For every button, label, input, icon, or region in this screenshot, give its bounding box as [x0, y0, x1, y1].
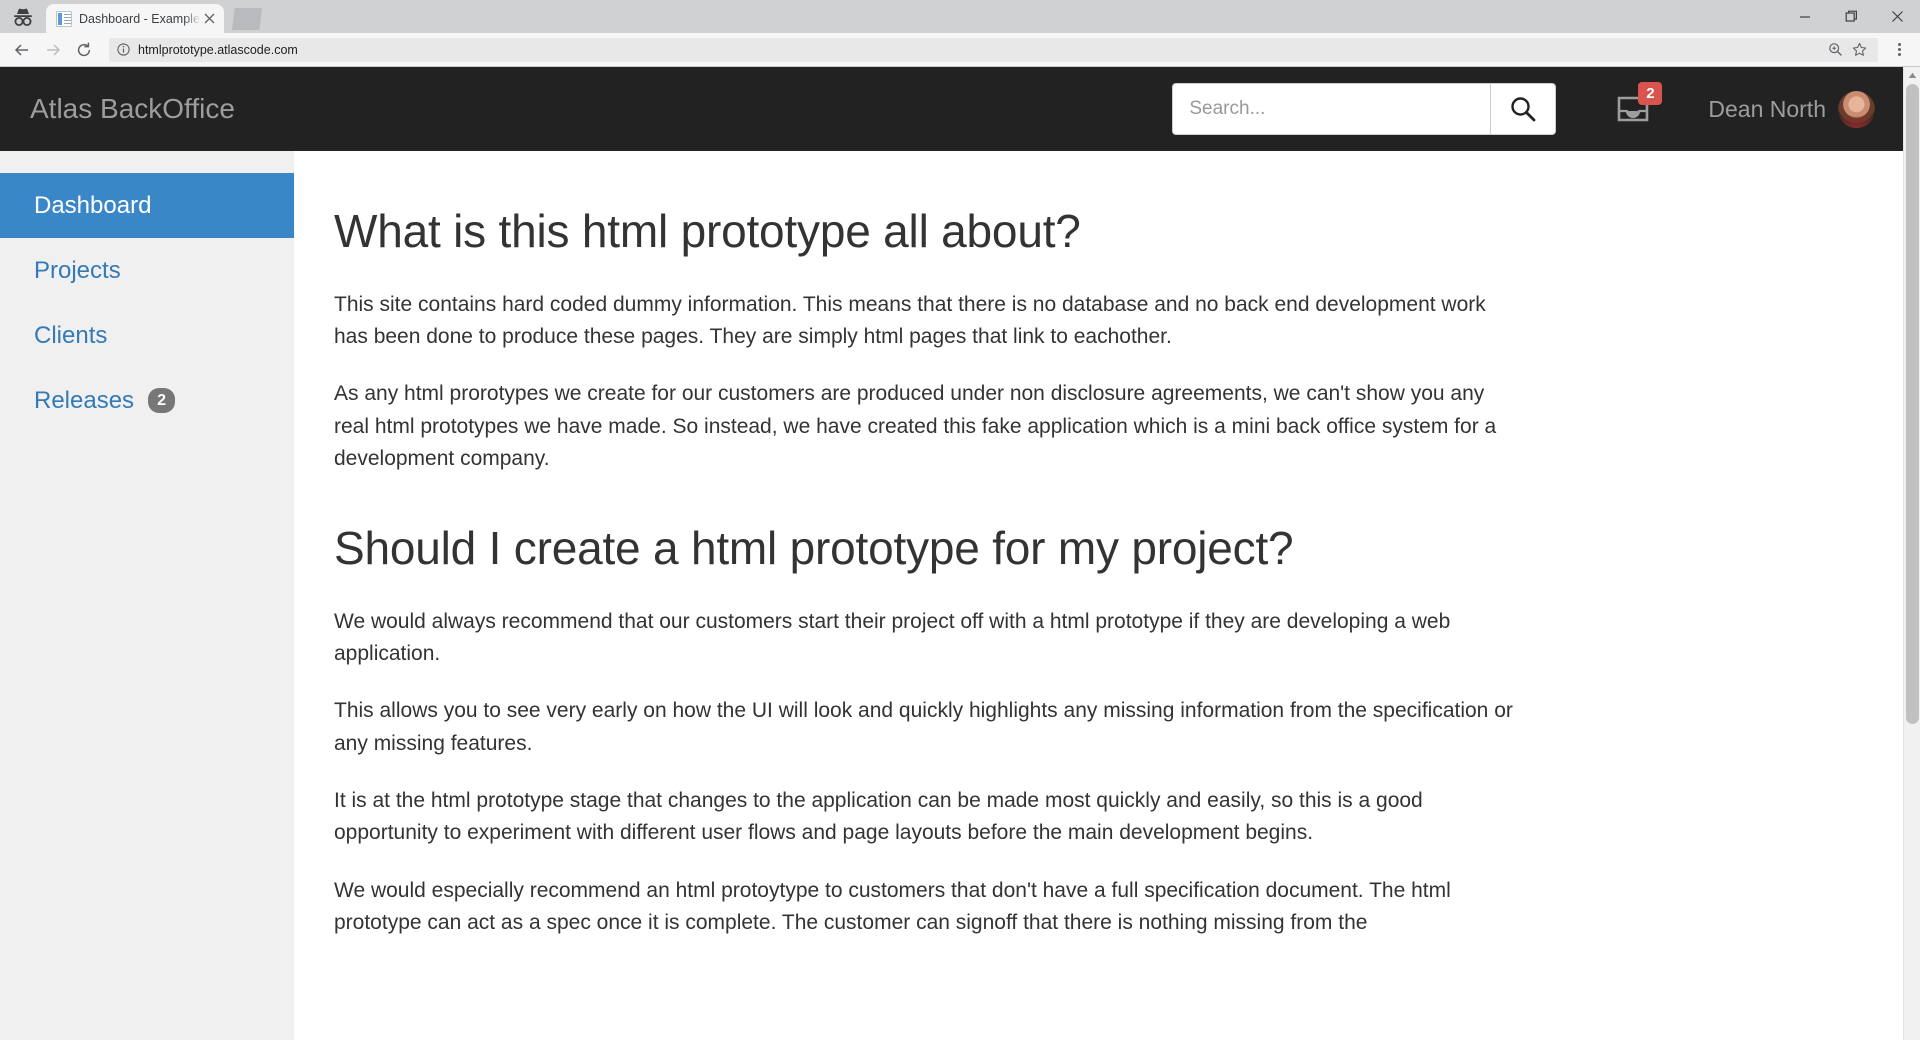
window-controls: [1782, 0, 1920, 33]
minimize-icon[interactable]: [1782, 0, 1828, 33]
paragraph-1: This site contains hard coded dummy info…: [334, 292, 1486, 348]
scroll-up-arrow-icon[interactable]: [1904, 67, 1920, 84]
menu-dot: [1897, 43, 1901, 46]
inbox-button[interactable]: 2: [1616, 82, 1663, 124]
sidebar-item-label: Dashboard: [34, 191, 152, 219]
scrollbar-track[interactable]: [1904, 84, 1920, 1040]
site-info-glyph-icon: [117, 43, 130, 56]
page-scrollbar[interactable]: [1903, 67, 1920, 1040]
tab-title: Dashboard - ExampleHtm: [79, 11, 201, 26]
paragraph-4: This allows you to see very early on how…: [334, 699, 1513, 755]
page-body: Dashboard Projects Clients Releases 2 Wh…: [0, 151, 1903, 1040]
scroll-up-arrow-glyph-icon: [1908, 72, 1916, 78]
web-page: Atlas BackOffice Search... 2 Dean North …: [0, 67, 1903, 1040]
sidebar-item-label: Projects: [34, 256, 121, 284]
reload-glyph-icon: [77, 42, 91, 56]
forward-arrow-glyph-icon: [47, 43, 61, 56]
section-heading-2: Should I create a html prototype for my …: [334, 522, 1294, 575]
minimize-glyph-icon: [1800, 15, 1810, 18]
address-bar[interactable]: htmlprototype.atlascode.com: [109, 37, 1878, 62]
close-icon[interactable]: [201, 10, 218, 27]
paragraph-3: We would always recommend that our custo…: [334, 609, 1451, 666]
main-content: What is this html prototype all about? T…: [294, 151, 1903, 1040]
star-icon[interactable]: [1848, 39, 1870, 61]
reload-icon[interactable]: [70, 36, 98, 64]
sidebar-item-clients[interactable]: Clients: [0, 303, 294, 368]
tab-strip: Dashboard - ExampleHtm: [0, 0, 1920, 33]
content-inner: What is this html prototype all about? T…: [334, 206, 1514, 939]
window-close-glyph-icon: [1891, 11, 1903, 22]
page-title: What is this html prototype all about?: [334, 205, 1081, 257]
search-button[interactable]: [1490, 83, 1557, 135]
back-arrow-glyph-icon: [14, 43, 28, 56]
search-input[interactable]: [1172, 83, 1491, 135]
browser-window: Dashboard - Example Htm: [0, 0, 1920, 1040]
browser-toolbar: htmlprototype.atlascode.com: [0, 33, 1920, 67]
sidebar-item-label: Clients: [34, 321, 108, 349]
url-text: htmlprototype.atlascode.com: [138, 42, 298, 57]
sidebar-item-badge: 2: [148, 388, 176, 413]
page-viewport: Atlas BackOffice Search... 2 Dean North …: [0, 67, 1920, 1040]
app-brand-title[interactable]: Atlas BackOffice: [30, 93, 235, 125]
star-glyph-icon: [1852, 42, 1866, 56]
sidebar-nav: Dashboard Projects Clients Releases 2: [0, 151, 294, 1040]
close-glyph-icon: [204, 13, 215, 24]
incognito-icon: [0, 0, 46, 33]
app-header-right: 2 Dean North: [1172, 82, 1903, 135]
sidebar-item-projects[interactable]: Projects: [0, 238, 294, 303]
menu-dot: [1897, 53, 1901, 56]
zoom-icon[interactable]: [1824, 39, 1846, 61]
paragraph-6: We would especially recommend an html pr…: [334, 878, 1451, 935]
new-tab-button[interactable]: [232, 8, 262, 30]
incognito-glyph-icon: [14, 8, 32, 26]
search-icon: [1511, 97, 1536, 122]
inbox-badge: 2: [1638, 82, 1663, 105]
sidebar-item-dashboard[interactable]: Dashboard: [0, 173, 294, 238]
menu-dot: [1897, 48, 1901, 51]
page-favicon-icon: [56, 10, 72, 27]
sidebar-item-label: Releases: [34, 386, 135, 414]
three-dots-menu-icon[interactable]: [1886, 37, 1912, 63]
paragraph-2: As any html prorotypes we create for our…: [334, 382, 1497, 470]
zoom-glyph-icon: [1828, 43, 1842, 56]
paragraph-5: It is at the html prototype stage that c…: [334, 789, 1423, 845]
search-form: [1172, 83, 1557, 135]
avatar[interactable]: [1838, 90, 1875, 128]
scrollbar-thumb[interactable]: [1905, 84, 1919, 724]
sidebar-item-releases[interactable]: Releases 2: [0, 368, 294, 433]
user-name-label[interactable]: Dean North: [1708, 96, 1826, 123]
app-header: Atlas BackOffice Search... 2 Dean North: [0, 67, 1903, 151]
forward-arrow-icon: [39, 36, 67, 64]
maximize-glyph-icon: [1845, 10, 1857, 22]
maximize-icon[interactable]: [1828, 0, 1874, 33]
site-info-icon[interactable]: [117, 43, 130, 56]
window-close-icon[interactable]: [1874, 0, 1920, 33]
back-arrow-icon[interactable]: [8, 36, 36, 64]
browser-tab[interactable]: Dashboard - ExampleHtm: [46, 4, 224, 33]
